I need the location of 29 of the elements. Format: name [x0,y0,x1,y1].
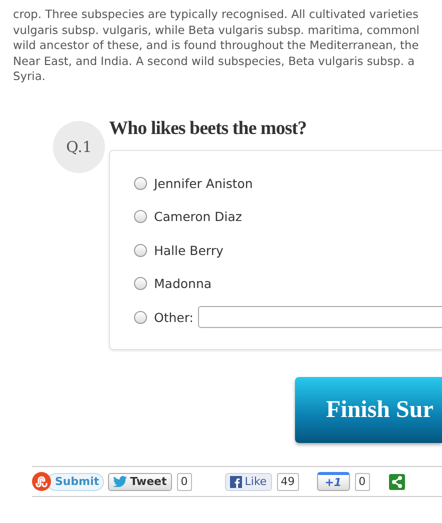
tweet-button[interactable]: Tweet [108,472,172,490]
radio-button[interactable] [134,310,147,324]
share-count: 0 [176,472,192,490]
share-count: 49 [276,472,299,490]
option-label[interactable]: Cameron Diaz [154,209,242,224]
option-label[interactable]: Halle Berry [154,242,224,258]
bird-icon [113,476,128,487]
facebook-icon [230,476,242,488]
paragraph-line: wild ancestor of these, and is found throughout the Mediterranean, the [13,38,420,54]
option-label[interactable]: Madonna [154,276,212,291]
question-number-badge: Q.1 [53,121,105,173]
option-label[interactable]: Other: [154,310,194,324]
plus-one-button[interactable]: +1 [316,472,350,491]
paragraph-line: vulgaris subsp. vulgaris, while Beta vulgaris subsp. maritima, commonl [13,22,420,38]
paragraph-line: Near East, and India. A second wild subspecies, Beta vulgaris subsp. a [13,54,416,70]
other-input-field[interactable] [198,306,442,328]
like-button[interactable]: Like [224,472,272,490]
radio-button[interactable] [134,277,147,290]
paragraph-line: Syria. [13,69,46,85]
option-label[interactable]: Jennifer Aniston [154,176,253,190]
finish-survey-button[interactable]: Finish Sur [295,377,442,443]
share-icon[interactable] [388,474,405,490]
radio-button[interactable] [134,176,147,190]
stumble-logo-icon[interactable] [32,472,51,491]
paragraph-line: crop. Three subspecies are typically recognised. All cultivated varieties [13,7,420,23]
radio-button[interactable] [134,210,147,223]
question-title: Who likes beets the most? [109,117,308,141]
radio-button[interactable] [134,244,147,256]
share-count: 0 [354,472,370,490]
